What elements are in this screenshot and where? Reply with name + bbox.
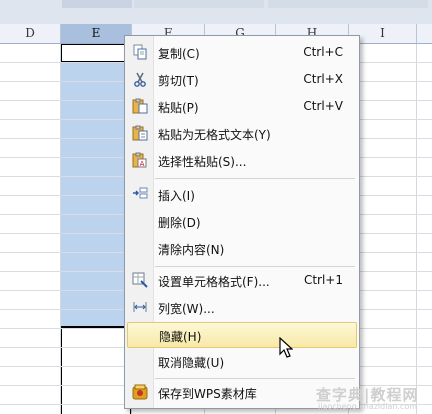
menu-item-column-width[interactable]: 列宽(W)... bbox=[127, 295, 357, 321]
menu-item-shortcut: Ctrl+C bbox=[303, 45, 343, 59]
toolbar-segment bbox=[134, 0, 264, 8]
menu-item-label: 粘贴(P) bbox=[158, 101, 199, 115]
context-menu: 复制(C) Ctrl+C 剪切(T) Ctrl+X 粘贴(P) Ctrl+V 粘… bbox=[124, 35, 360, 409]
menu-item-label: 选择性粘贴(S)... bbox=[158, 155, 247, 169]
copy-icon bbox=[133, 44, 147, 60]
menu-item-format-cells[interactable]: 设置单元格格式(F)... Ctrl+1 bbox=[127, 268, 357, 294]
menu-separator bbox=[155, 378, 355, 379]
wps-library-icon bbox=[132, 384, 148, 400]
menu-item-cut[interactable]: 剪切(T) Ctrl+X bbox=[127, 67, 357, 93]
column-header-e[interactable]: E bbox=[61, 24, 132, 43]
cut-icon bbox=[134, 72, 146, 87]
menu-item-shortcut: Ctrl+X bbox=[303, 72, 343, 86]
menu-item-label: 取消隐藏(U) bbox=[158, 356, 225, 370]
column-header-d[interactable]: D bbox=[0, 24, 61, 43]
menu-item-paste-text[interactable]: 粘贴为无格式文本(Y) bbox=[127, 121, 357, 147]
watermark-url: jiaocheng.chazidian.com bbox=[318, 402, 418, 411]
menu-item-delete[interactable]: 删除(D) bbox=[127, 209, 357, 235]
menu-item-label: 列宽(W)... bbox=[158, 302, 215, 316]
menu-item-label: 保存到WPS素材库 bbox=[158, 387, 257, 401]
menu-item-label: 删除(D) bbox=[158, 216, 201, 230]
paste-icon bbox=[132, 98, 148, 114]
toolbar-strip bbox=[0, 0, 432, 24]
menu-item-shortcut: Ctrl+1 bbox=[303, 273, 343, 287]
insert-icon bbox=[133, 187, 148, 199]
svg-text:A: A bbox=[140, 160, 145, 168]
menu-item-hide[interactable]: 隐藏(H) bbox=[127, 322, 357, 348]
menu-item-paste[interactable]: 粘贴(P) Ctrl+V bbox=[127, 94, 357, 120]
menu-item-paste-special[interactable]: A 选择性粘贴(S)... bbox=[127, 148, 357, 174]
menu-item-label: 隐藏(H) bbox=[159, 330, 202, 344]
menu-item-copy[interactable]: 复制(C) Ctrl+C bbox=[127, 40, 357, 66]
menu-item-label: 清除内容(N) bbox=[158, 243, 225, 257]
menu-item-label: 粘贴为无格式文本(Y) bbox=[158, 128, 271, 142]
menu-separator bbox=[155, 266, 355, 267]
menu-item-label: 插入(I) bbox=[158, 189, 195, 203]
format-cells-icon bbox=[132, 272, 148, 288]
mouse-pointer-icon bbox=[279, 337, 293, 358]
toolbar-segment bbox=[62, 0, 132, 8]
menu-item-label: 复制(C) bbox=[158, 47, 200, 61]
column-width-icon bbox=[133, 302, 147, 312]
toolbar-segment bbox=[268, 0, 428, 8]
menu-item-clear-contents[interactable]: 清除内容(N) bbox=[127, 236, 357, 262]
menu-item-shortcut: Ctrl+V bbox=[303, 99, 343, 113]
menu-item-insert[interactable]: 插入(I) bbox=[127, 182, 357, 208]
paste-special-icon: A bbox=[132, 152, 147, 168]
menu-item-label: 剪切(T) bbox=[158, 74, 199, 88]
menu-separator bbox=[155, 178, 355, 179]
menu-item-unhide[interactable]: 取消隐藏(U) bbox=[127, 349, 357, 375]
watermark: 查字典|教程网 jiaocheng.chazidian.com bbox=[316, 384, 430, 412]
menu-item-label: 设置单元格格式(F)... bbox=[158, 275, 270, 289]
paste-text-icon bbox=[132, 125, 148, 141]
